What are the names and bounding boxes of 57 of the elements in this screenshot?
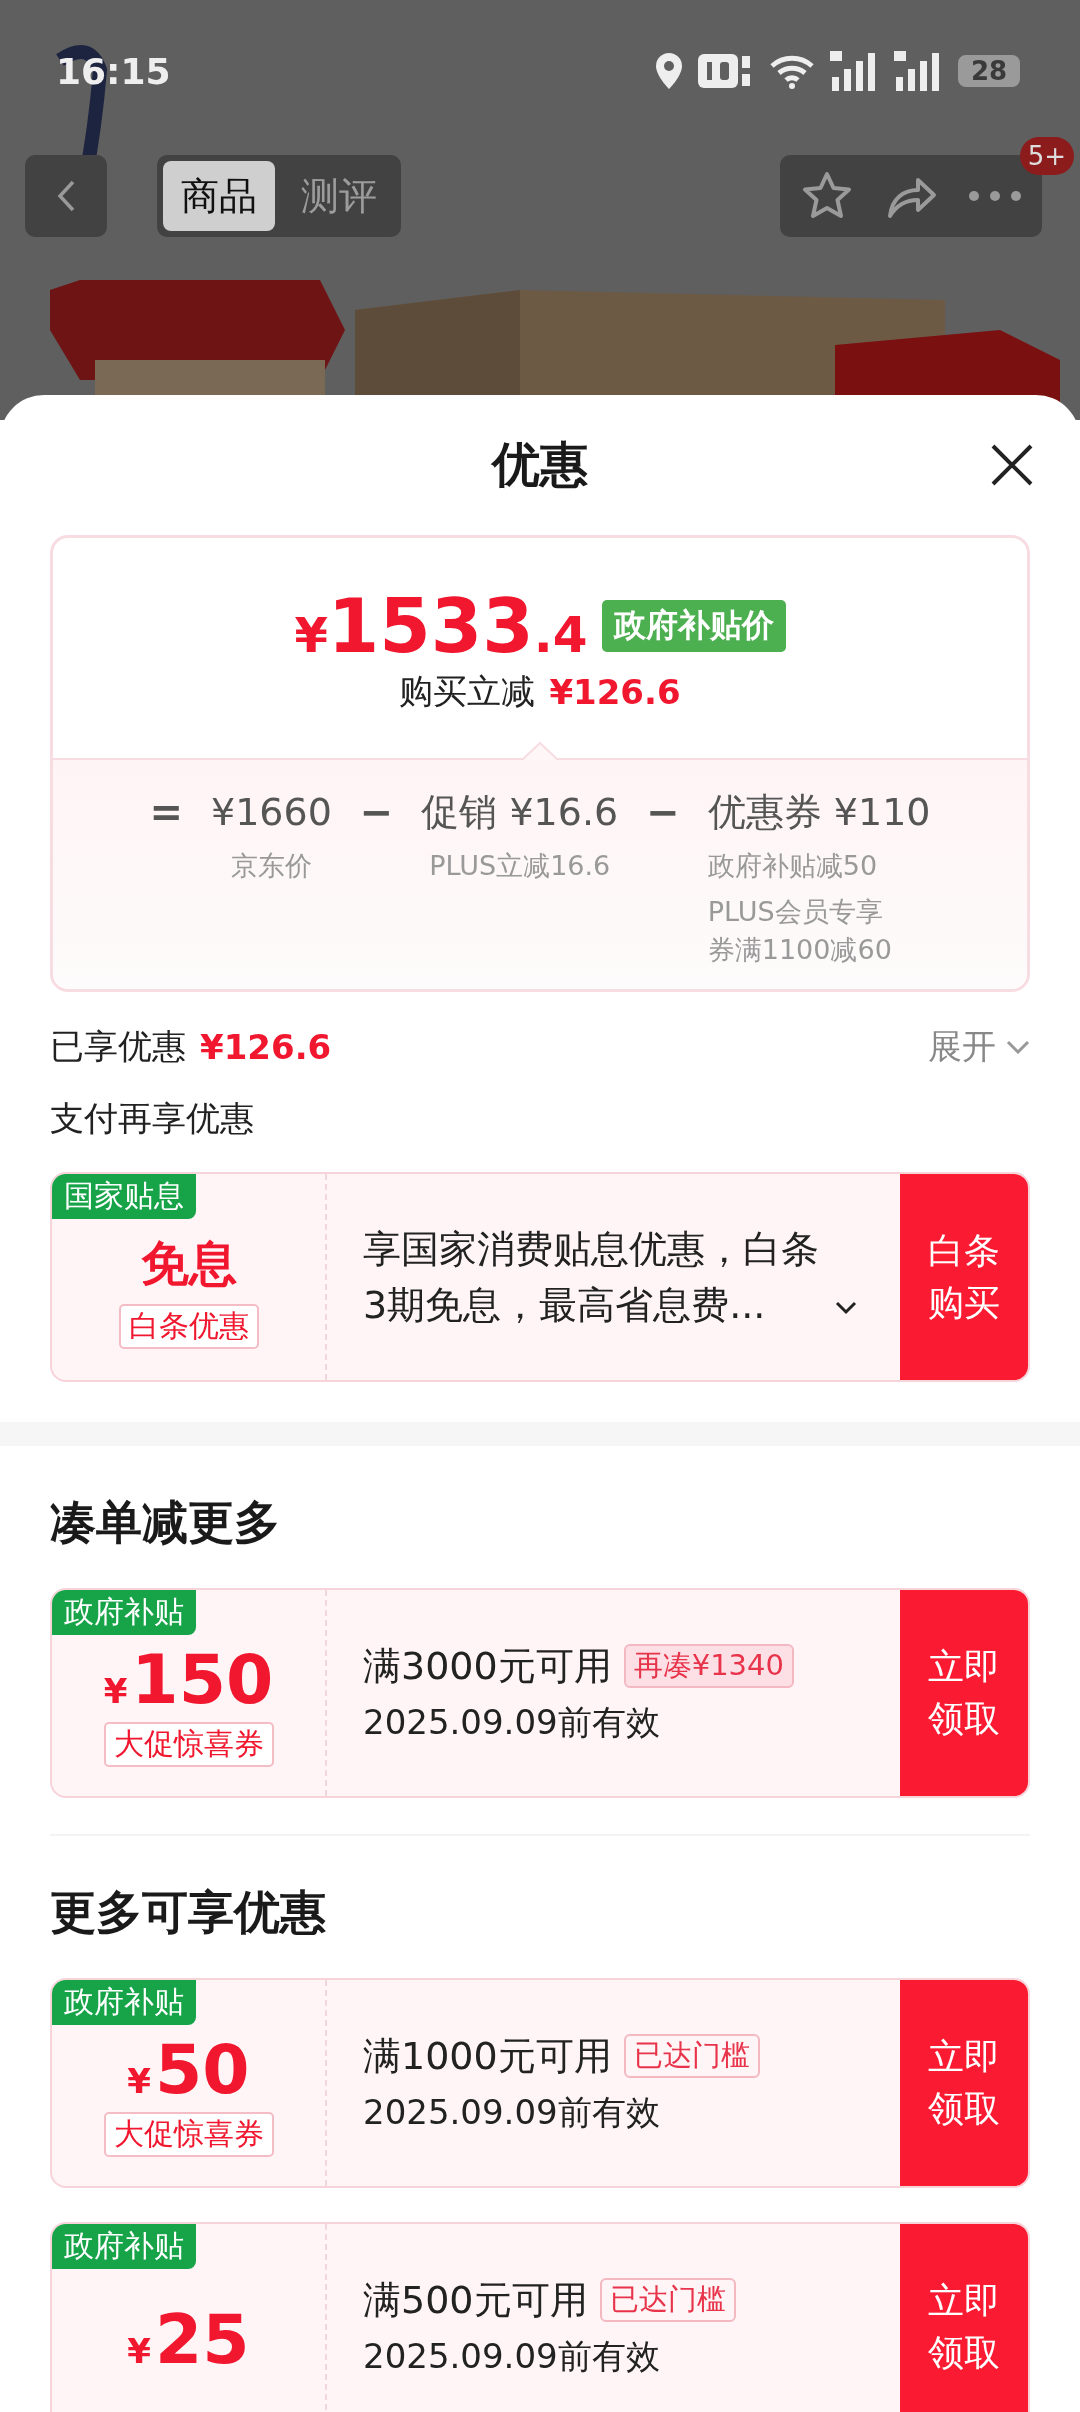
threshold-badge: 再凑¥1340 <box>623 1644 794 1688</box>
coupon-amount: ¥150 <box>103 1645 274 1714</box>
battery-icon: 28 <box>958 55 1020 87</box>
operator-sign: − <box>359 788 394 837</box>
offer-label: 白条优惠 <box>118 1303 259 1349</box>
saving-amount: ¥126.6 <box>549 672 681 712</box>
status-time: 16:15 <box>56 50 171 92</box>
claim-button[interactable]: 立即领取 <box>900 2224 1028 2412</box>
chevron-down-icon <box>835 1301 857 1315</box>
section-label: 支付再享优惠 <box>50 1097 255 1140</box>
coupon-tag: 政府补贴 <box>52 2224 196 2269</box>
coupon-tag: 政府补贴 <box>52 1980 196 2025</box>
sheet-title: 优惠 <box>492 435 588 494</box>
price-component: 促销 ¥16.6 <box>421 789 619 836</box>
operator-sign: − <box>646 788 680 837</box>
price-note: 政府补贴减50 <box>707 849 878 883</box>
coupon-condition: 满3000元可用 <box>363 1642 612 1690</box>
coupon-condition: 满1000元可用 <box>363 2032 612 2080</box>
claim-button[interactable]: 立即领取 <box>900 1980 1028 2186</box>
price-note: PLUS会员专享券满1100减60 <box>707 895 893 967</box>
applied-amount: ¥126.6 <box>200 1027 332 1067</box>
coupon-amount: ¥25 <box>127 2306 250 2374</box>
expand-button[interactable]: 展开 <box>928 1024 1030 1070</box>
saving-label: 购买立减 <box>399 670 536 713</box>
threshold-badge: 已达门槛 <box>599 2278 736 2322</box>
more-icon <box>968 190 1022 202</box>
back-icon <box>56 179 76 213</box>
section-heading: 更多可享优惠 <box>50 1884 327 1941</box>
coupon-validity: 2025.09.09前有效 <box>363 2090 661 2134</box>
price-note: PLUS立减16.6 <box>429 849 611 883</box>
buy-button[interactable]: 白条购买 <box>900 1174 1028 1380</box>
coupon-validity: 2025.09.09前有效 <box>363 1700 661 1744</box>
threshold-badge: 已达门槛 <box>623 2034 760 2078</box>
tab[interactable]: 测评 <box>283 161 395 231</box>
coupon-type: 大促惊喜券 <box>103 2111 274 2157</box>
close-icon <box>990 443 1034 487</box>
coupon-tag: 政府补贴 <box>52 1590 196 1635</box>
section-heading: 凑单减更多 <box>50 1494 281 1551</box>
back-button[interactable] <box>25 155 107 237</box>
applied-label: 已享优惠 <box>50 1025 186 1068</box>
coupon-type: 大促惊喜券 <box>103 1721 274 1767</box>
location-icon <box>654 51 684 91</box>
price-note: 京东价 <box>230 849 312 883</box>
price-tag: 政府补贴价 <box>601 600 786 652</box>
offer-description: 享国家消费贴息优惠，白条3期免息，最高省息费... <box>363 1226 820 1329</box>
offer-title: 免息 <box>140 1233 237 1293</box>
claim-button[interactable]: 立即领取 <box>900 1590 1028 1796</box>
coupon-validity: 2025.09.09前有效 <box>363 2334 661 2378</box>
tab[interactable]: 商品 <box>163 161 275 231</box>
coupon-condition: 满500元可用 <box>363 2276 588 2324</box>
price-component: ¥1660 <box>210 789 332 836</box>
offer-tag: 国家贴息 <box>52 1174 196 1219</box>
final-price: ¥1533.4 <box>294 589 588 663</box>
coupon-amount: ¥50 <box>127 2035 250 2104</box>
price-component: 优惠券 ¥110 <box>707 789 931 836</box>
operator-sign: = <box>149 788 183 837</box>
chevron-down-icon <box>1006 1040 1030 1054</box>
